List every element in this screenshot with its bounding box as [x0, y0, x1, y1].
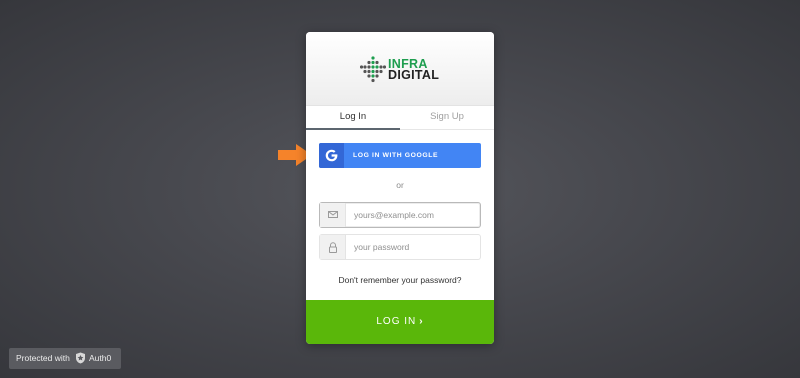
- chevron-right-icon: ›: [419, 316, 424, 327]
- tab-login[interactable]: Log In: [306, 106, 400, 130]
- badge-text: Protected with: [16, 353, 70, 363]
- or-divider: or: [396, 180, 404, 190]
- email-icon-box: [320, 203, 346, 227]
- dot-grid-logo-icon: [360, 56, 386, 83]
- login-card: INFRA DIGITAL Log In Sign Up LOG IN WITH…: [306, 32, 494, 344]
- google-login-button[interactable]: LOG IN WITH GOOGLE: [319, 143, 481, 168]
- password-icon-box: [320, 235, 346, 259]
- auth-tabs: Log In Sign Up: [306, 106, 494, 130]
- password-field: [319, 234, 481, 260]
- lock-icon: [329, 242, 337, 253]
- protected-with-auth0-badge[interactable]: Protected with Auth0: [9, 348, 121, 369]
- brand-wordmark: INFRA DIGITAL: [388, 58, 440, 82]
- envelope-icon: [328, 211, 338, 218]
- tab-signup[interactable]: Sign Up: [400, 106, 494, 129]
- login-submit-button[interactable]: LOG IN ›: [306, 300, 494, 344]
- badge-brand: Auth0: [89, 353, 112, 363]
- google-g-icon: [325, 149, 338, 162]
- email-field: [319, 202, 481, 228]
- forgot-password-link[interactable]: Don't remember your password?: [306, 275, 494, 285]
- brand-line2: DIGITAL: [388, 68, 440, 82]
- password-input[interactable]: [354, 235, 474, 259]
- submit-button-label: LOG IN: [376, 316, 417, 327]
- auth0-shield-icon: [76, 352, 85, 364]
- brand-logo: INFRA DIGITAL: [360, 56, 442, 84]
- google-icon-box: [319, 143, 344, 168]
- card-header: INFRA DIGITAL: [306, 32, 494, 106]
- email-input[interactable]: [354, 203, 474, 227]
- google-button-label: LOG IN WITH GOOGLE: [353, 152, 439, 159]
